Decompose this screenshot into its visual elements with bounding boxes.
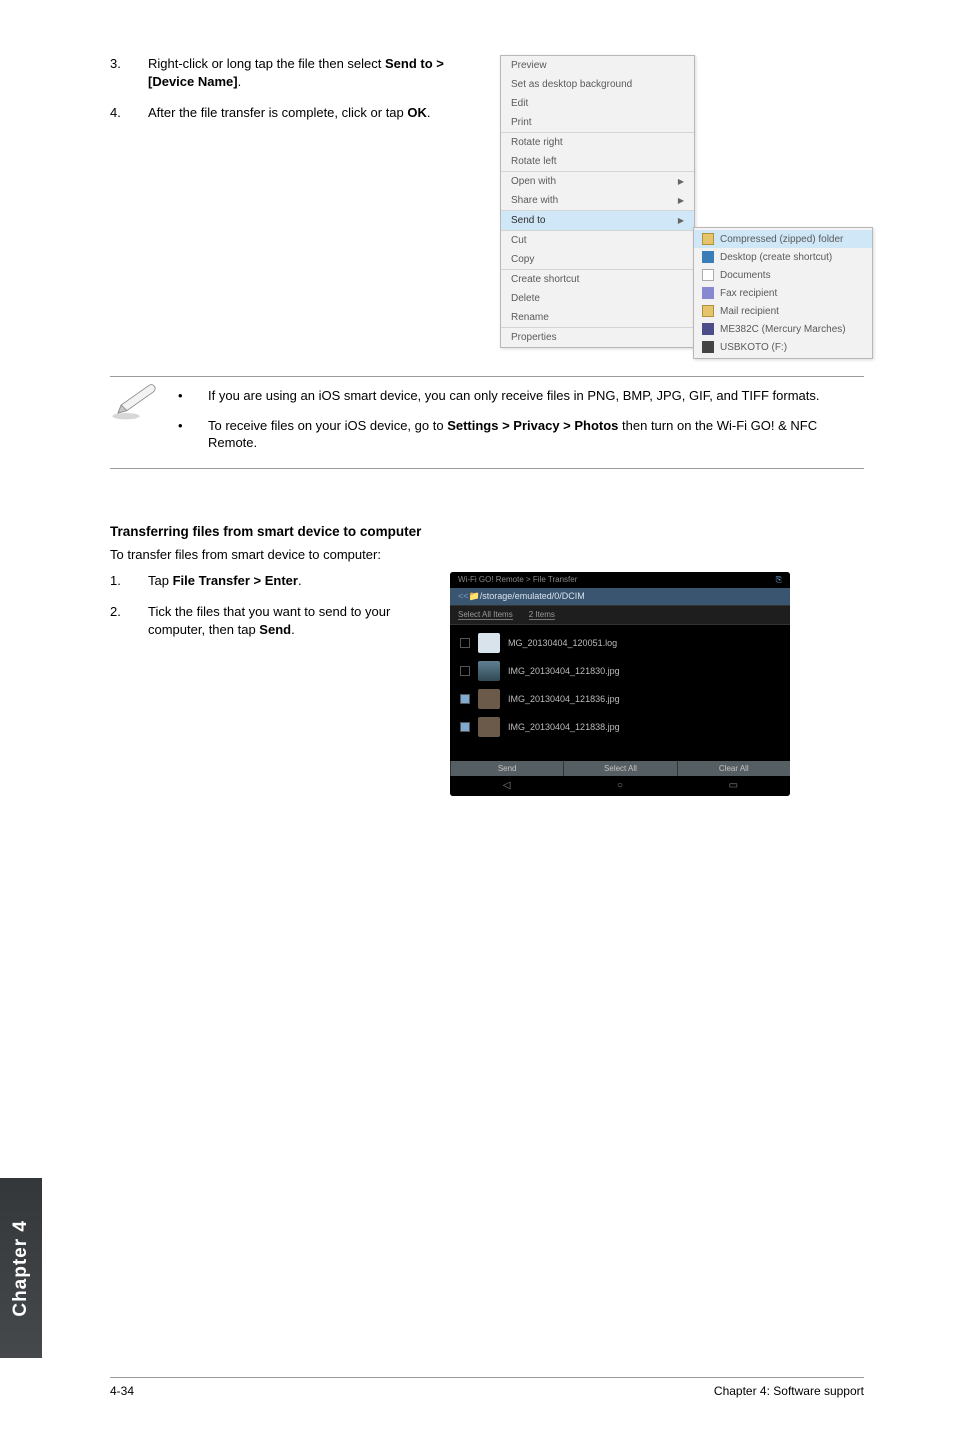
checkbox-icon[interactable] [460,722,470,732]
step-item: 2.Tick the files that you want to send t… [110,603,430,638]
usb-icon [702,341,714,353]
breadcrumb-path: /storage/emulated/0/DCIM [480,591,782,602]
mail-icon [702,305,714,317]
step-item: 4.After the file transfer is complete, c… [110,104,480,122]
dev-icon [702,323,714,335]
context-menu-item[interactable]: Copy [501,250,694,269]
folder-arrow-icon: 📁 [469,591,480,602]
step-item: 3.Right-click or long tap the file then … [110,55,480,90]
file-row[interactable]: MG_20130404_120051.log [458,629,782,657]
context-menu: PreviewSet as desktop backgroundEditPrin… [500,55,695,348]
doc-icon [702,269,714,281]
page-number: 4-34 [110,1384,134,1398]
mobile-action-button[interactable]: Select All [563,761,676,776]
mobile-app-title: Wi-Fi GO! Remote > File Transfer [458,575,577,584]
section-heading: Transferring files from smart device to … [110,524,864,539]
note-bullet: •If you are using an iOS smart device, y… [178,387,864,405]
context-menu-item[interactable]: Share with▶ [501,191,694,210]
back-nav-icon: ◁ [499,780,515,792]
chapter-side-tab: Chapter 4 [0,1178,42,1358]
mobile-screenshot: Wi-Fi GO! Remote > File Transfer ⎘ << 📁 … [450,572,790,796]
context-menu-item[interactable]: Properties [501,328,694,347]
context-menu-item[interactable]: Set as desktop background [501,75,694,94]
sendto-item[interactable]: Desktop (create shortcut) [694,248,872,266]
home-nav-icon: ○ [612,780,628,792]
sendto-item[interactable]: Mail recipient [694,302,872,320]
mobile-action-button[interactable]: Clear All [677,761,790,776]
desk-icon [702,251,714,263]
context-menu-item[interactable]: Create shortcut [501,270,694,289]
file-row[interactable]: IMG_20130404_121836.jpg [458,685,782,713]
items-count: 2 Items [529,610,555,620]
context-menu-item[interactable]: Open with▶ [501,172,694,191]
sendto-item[interactable]: Compressed (zipped) folder [694,230,872,248]
checkbox-icon[interactable] [460,666,470,676]
note-bullet: •To receive files on your iOS device, go… [178,417,864,452]
fax-icon [702,287,714,299]
context-menu-item[interactable]: Preview [501,56,694,75]
context-menu-item[interactable]: Edit [501,94,694,113]
file-thumb-icon [478,633,500,653]
file-thumb-icon [478,689,500,709]
select-all-label: Select All Items [458,610,513,620]
page-footer: 4-34 Chapter 4: Software support [110,1377,864,1398]
context-menu-item[interactable]: Delete [501,289,694,308]
note-icon [110,381,158,421]
mobile-action-button[interactable]: Send [450,761,563,776]
context-menu-sendto[interactable]: Send to▶ [501,211,694,230]
context-menu-item[interactable]: Rename [501,308,694,327]
checkbox-icon[interactable] [460,694,470,704]
checkbox-icon[interactable] [460,638,470,648]
file-thumb-icon [478,661,500,681]
file-thumb-icon [478,717,500,737]
file-row[interactable]: IMG_20130404_121830.jpg [458,657,782,685]
context-menu-item[interactable]: Print [501,113,694,132]
sendto-item[interactable]: ME382C (Mercury Marches) [694,320,872,338]
sendto-submenu: Compressed (zipped) folderDesktop (creat… [693,227,873,359]
recent-nav-icon: ▭ [725,780,741,792]
context-menu-item[interactable]: Rotate left [501,152,694,171]
back-icon: << [458,591,469,602]
fld-icon [702,233,714,245]
chapter-title: Chapter 4: Software support [714,1384,864,1398]
step-item: 1.Tap File Transfer > Enter. [110,572,430,590]
sendto-item[interactable]: Fax recipient [694,284,872,302]
context-menu-item[interactable]: Cut [501,231,694,250]
sendto-item[interactable]: Documents [694,266,872,284]
context-menu-item[interactable]: Rotate right [501,133,694,152]
sendto-item[interactable]: USBKOTO (F:) [694,338,872,356]
file-row[interactable]: IMG_20130404_121838.jpg [458,713,782,741]
section-intro: To transfer files from smart device to c… [110,547,864,562]
